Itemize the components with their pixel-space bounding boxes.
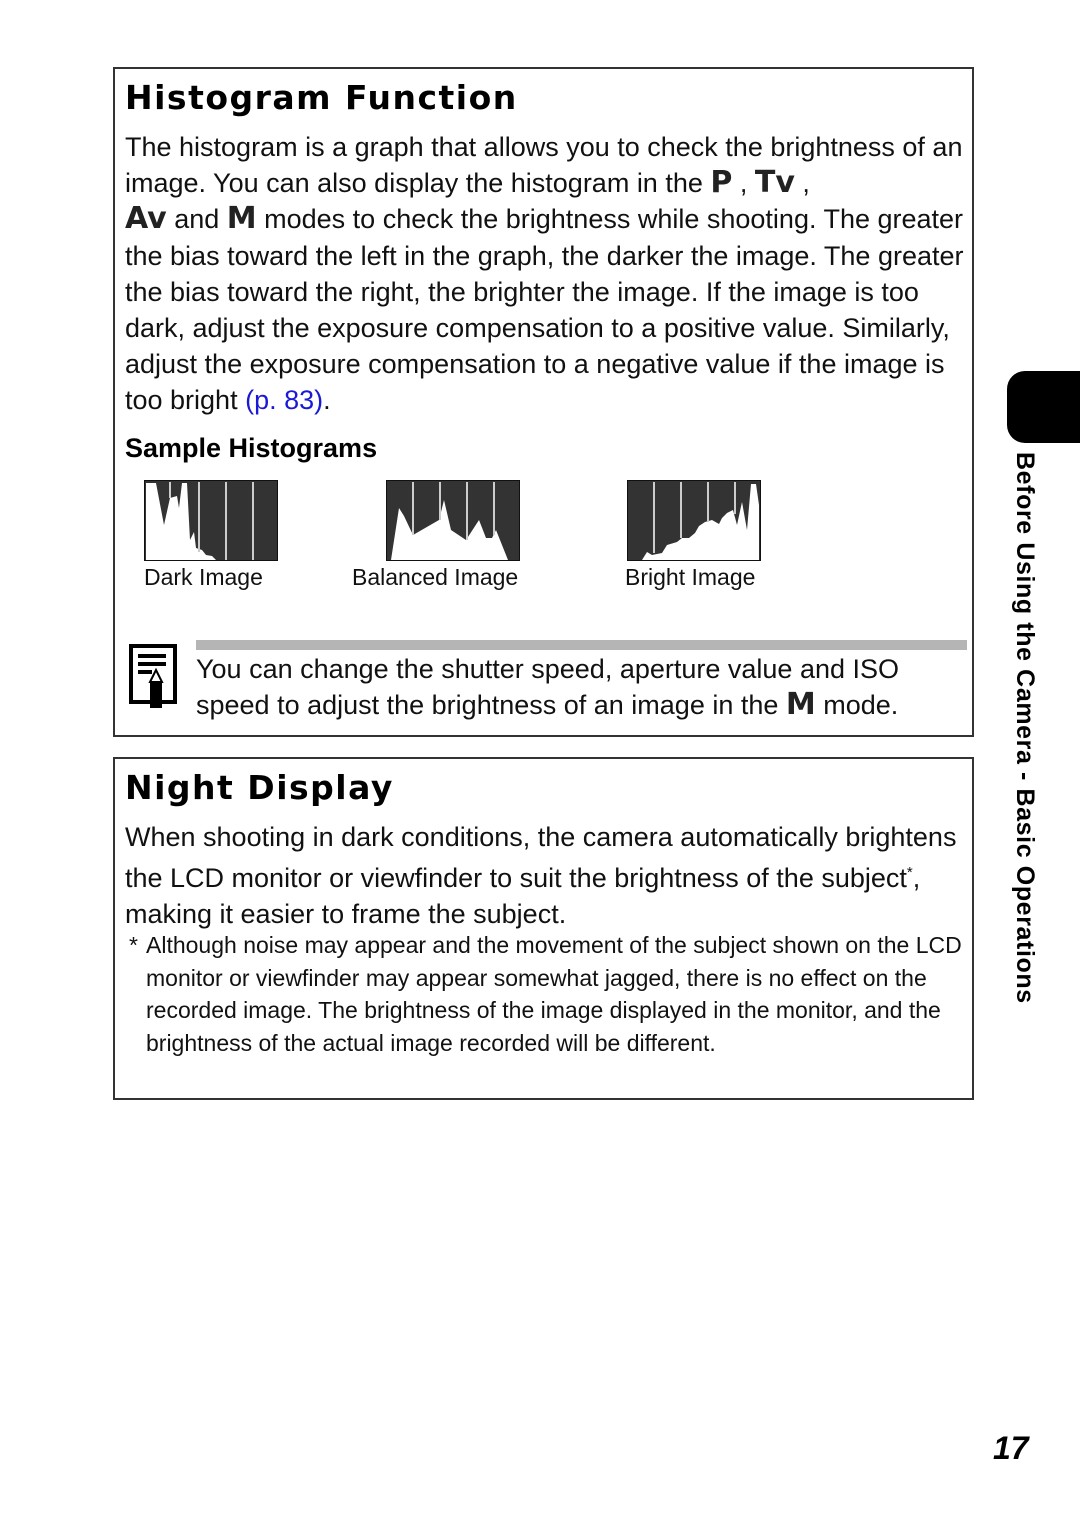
footnote-asterisk: * (129, 932, 138, 958)
section-title: Histogram Function (125, 78, 518, 117)
note-text: You can change the shutter speed, apertu… (196, 654, 900, 722)
bright-image-label: Bright Image (625, 564, 756, 590)
sample-histograms-heading: Sample Histograms (125, 433, 378, 463)
page-reference-link[interactable]: (p. 83) (245, 385, 323, 415)
balanced-histogram (386, 480, 520, 561)
mode-av-icon: Av (125, 201, 167, 237)
mode-m-icon: M (785, 687, 816, 722)
page-number: 17 (993, 1430, 1029, 1466)
histogram-function-section: Histogram Function The histogram is a gr… (113, 67, 974, 737)
footnote-text: Although noise may appear and the moveme… (146, 932, 962, 1056)
chapter-side-label: Before Using the Camera - Basic Operatio… (1011, 452, 1039, 1004)
note-divider (196, 640, 967, 650)
note-pencil-icon (129, 644, 177, 708)
night-display-description: When shooting in dark conditions, the ca… (125, 822, 957, 930)
chapter-tab-marker (1007, 371, 1080, 443)
bright-histogram (627, 480, 761, 561)
mode-m-icon: M (226, 201, 257, 237)
mode-p-icon: P (710, 165, 733, 201)
histogram-description: The histogram is a graph that allows you… (125, 132, 964, 416)
balanced-image-label: Balanced Image (352, 564, 519, 590)
dark-image-label: Dark Image (144, 564, 263, 590)
section-title: Night Display (125, 768, 394, 807)
night-display-section: Night Display When shooting in dark cond… (113, 757, 974, 1100)
dark-histogram (144, 480, 278, 561)
footnote: * Although noise may appear and the move… (129, 929, 964, 1059)
mode-tv-icon: Tv (754, 165, 795, 201)
